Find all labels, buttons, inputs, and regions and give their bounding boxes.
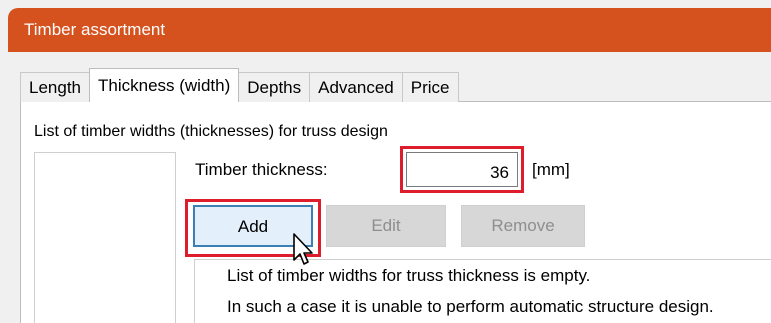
tab-advanced[interactable]: Advanced — [309, 72, 403, 102]
timber-thickness-label: Timber thickness: — [195, 160, 328, 179]
design-warning-message: In such a case it is unable to perform a… — [227, 297, 714, 316]
tab-length[interactable]: Length — [20, 72, 90, 102]
window-title: Timber assortment — [24, 20, 166, 39]
widths-list-caption: List of timber widths (thicknesses) for … — [34, 123, 388, 140]
empty-list-message: List of timber widths for truss thicknes… — [227, 266, 591, 285]
mouse-pointer-icon — [293, 233, 313, 265]
tab-depths[interactable]: Depths — [238, 72, 311, 102]
timber-assortment-window: Timber assortment Length Thickness (widt… — [0, 0, 771, 323]
tab-thickness-width[interactable]: Thickness (width) — [89, 68, 240, 102]
thickness-unit-label: [mm] — [532, 160, 570, 179]
tab-strip: Length Thickness (width) Depths Advanced… — [20, 68, 459, 102]
edit-button[interactable]: Edit — [326, 205, 446, 247]
title-bar: Timber assortment — [8, 8, 771, 52]
remove-button[interactable]: Remove — [461, 205, 585, 247]
timber-widths-list[interactable] — [34, 152, 176, 323]
tab-price[interactable]: Price — [401, 72, 459, 102]
timber-thickness-input[interactable] — [406, 152, 518, 187]
